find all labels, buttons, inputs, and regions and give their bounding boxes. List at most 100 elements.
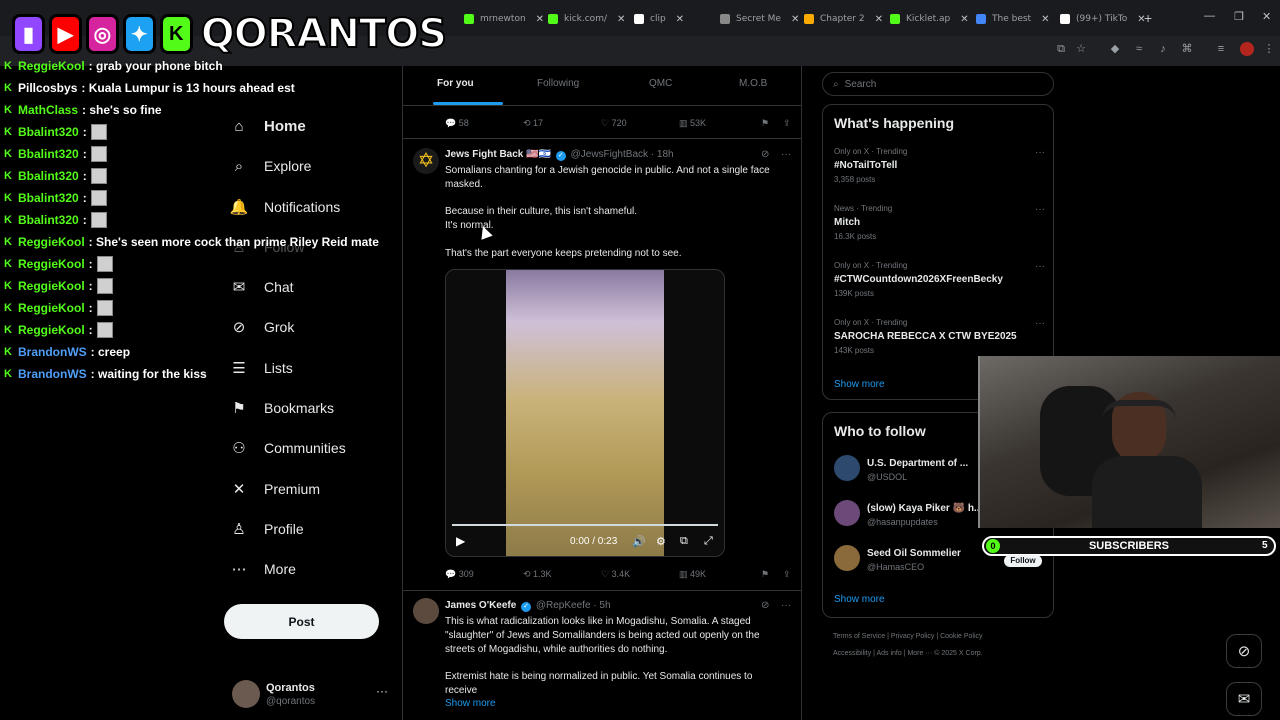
play-icon[interactable]: ▶ (456, 534, 465, 548)
suggestion-name[interactable]: Seed Oil Sommelier (867, 548, 961, 559)
video-player[interactable]: ▶ 0:00 / 0:23 🔊 ⚙ ⧉ ⤢ (445, 269, 725, 557)
nav-item-profile[interactable]: ♙ Profile (228, 514, 303, 544)
nav-item-bookmarks[interactable]: ⚑ Bookmarks (228, 393, 334, 423)
nav-item-notifications[interactable]: 🔔 Notifications (228, 192, 341, 222)
show-more-link[interactable]: Show more (834, 379, 885, 390)
close-tab-icon[interactable]: ✕ (960, 14, 968, 25)
nav-item-label: Chat (264, 279, 294, 295)
share-icon[interactable]: ⇪ (783, 118, 791, 129)
more-icon[interactable]: ··· (1035, 204, 1045, 215)
browser-tab[interactable]: The best ✕ (976, 8, 1049, 30)
suggestion-name[interactable]: U.S. Department of ... (867, 458, 968, 469)
audio-icon[interactable]: ♪ (1156, 42, 1170, 56)
browser-tab[interactable]: (99+) TikTo ✕ (1060, 8, 1146, 30)
grok-icon[interactable]: ⊘ (761, 600, 769, 611)
share-icon[interactable]: ⇪ (783, 569, 791, 580)
profile-avatar-icon[interactable] (1240, 42, 1254, 56)
grok-float-button[interactable]: ⊘ (1226, 634, 1262, 668)
star-icon[interactable]: ☆ (1074, 42, 1088, 56)
footer-links[interactable]: Terms of Service | Privacy Policy | Cook… (833, 633, 983, 640)
nav-item-lists[interactable]: ☰ Lists (228, 353, 293, 383)
nav-item-more[interactable]: ⋯ More (228, 554, 296, 584)
video-progress-bar[interactable] (452, 524, 718, 526)
tweet-author-name[interactable]: James O'Keefe (445, 600, 516, 611)
follow-button[interactable]: Follow (1004, 555, 1042, 567)
grok-icon[interactable]: ⊘ (761, 149, 769, 160)
nav-item-home[interactable]: ⌂ Home (228, 111, 305, 141)
search-input[interactable]: ⌕ Search (822, 72, 1054, 96)
avatar[interactable] (834, 455, 860, 481)
tweet-time[interactable]: · 18h (651, 149, 674, 160)
tweet-author-handle[interactable]: @JewsFightBack (571, 149, 648, 160)
more-icon[interactable]: ··· (781, 600, 791, 611)
like-button[interactable]: ♡ 720 (601, 118, 627, 129)
messages-float-button[interactable]: ✉ (1226, 682, 1262, 716)
repost-button[interactable]: ⟲ 17 (523, 118, 543, 129)
footer-links[interactable]: Accessibility | Ads info | More ··· © 20… (833, 650, 983, 657)
tweet-time[interactable]: · 5h (593, 600, 610, 611)
reply-button[interactable]: 💬 58 (445, 118, 469, 129)
translate-icon[interactable]: ≈ (1132, 42, 1146, 56)
chat-username: Bbalint320 (18, 191, 79, 205)
tweet-author-handle[interactable]: @RepKeefe (536, 600, 591, 611)
more-icon[interactable]: ··· (1035, 147, 1045, 158)
new-tab-button[interactable]: + (1144, 10, 1152, 26)
repost-button[interactable]: ⟲ 1.3K (523, 569, 552, 580)
avatar[interactable] (834, 545, 860, 571)
browser-tab[interactable]: clip ✕ (634, 8, 684, 30)
volume-icon[interactable]: 🔊 (632, 535, 646, 548)
close-tab-icon[interactable]: ✕ (536, 14, 544, 25)
settings-icon[interactable]: ⚙ (656, 535, 666, 548)
reply-button[interactable]: 💬 309 (445, 569, 474, 580)
browser-tab[interactable]: kick.com/ ✕ (548, 8, 625, 30)
nav-item-chat[interactable]: ✉ Chat (228, 272, 294, 302)
restore-icon[interactable]: ❐ (1234, 10, 1244, 23)
bookmark-icon[interactable]: ⚑ (761, 569, 769, 580)
views-button[interactable]: ▥ 53K (679, 118, 706, 129)
browser-menu-icon[interactable]: ⋮ (1262, 42, 1276, 56)
fullscreen-icon[interactable]: ⤢ (704, 535, 713, 548)
browser-tab[interactable]: Secret Me ✕ (720, 8, 799, 30)
tab-following[interactable]: Following (537, 78, 579, 89)
bookmark-icon[interactable]: ⚑ (761, 118, 769, 129)
tweet-avatar[interactable] (413, 598, 439, 624)
close-tab-icon[interactable]: ✕ (676, 14, 684, 25)
browser-tab[interactable]: Kicklet.ap ✕ (890, 8, 969, 30)
tweet-avatar[interactable]: ✡ (413, 148, 439, 174)
puzzle-icon[interactable]: ⌘ (1180, 42, 1194, 56)
more-icon[interactable]: ··· (1035, 261, 1045, 272)
close-tab-icon[interactable]: ✕ (1041, 14, 1049, 25)
tab-mob[interactable]: M.O.B (739, 78, 767, 89)
show-more-link[interactable]: Show more (834, 594, 885, 605)
close-tab-icon[interactable]: ✕ (617, 14, 625, 25)
window-close-icon[interactable]: ✕ (1262, 10, 1271, 23)
tab-for-you[interactable]: For you (437, 78, 474, 89)
install-icon[interactable]: ⧉ (1054, 42, 1068, 56)
suggestion-name[interactable]: (slow) Kaya Piker 🐻 h... (867, 503, 982, 514)
more-icon[interactable]: ··· (376, 684, 388, 698)
like-button[interactable]: ♡ 3.4K (601, 569, 630, 580)
close-tab-icon[interactable]: ✕ (875, 14, 883, 25)
sidebar-icon[interactable]: ≡ (1214, 42, 1228, 56)
nav-item-communities[interactable]: ⚇ Communities (228, 433, 345, 463)
avatar[interactable] (834, 500, 860, 526)
browser-tab[interactable]: mrnewton ✕ (464, 8, 544, 30)
subscriber-goal: 5 (1262, 540, 1268, 551)
post-button[interactable]: Post (224, 604, 379, 639)
nav-item-explore[interactable]: ⌕ Explore (228, 151, 312, 181)
nav-item-grok[interactable]: ⊘ Grok (228, 312, 295, 342)
tweet-author-name[interactable]: Jews Fight Back 🇺🇸🇮🇱 (445, 149, 551, 160)
pip-icon[interactable]: ⧉ (680, 535, 688, 548)
more-icon[interactable]: ··· (1035, 318, 1045, 329)
nav-item-premium[interactable]: ✕ Premium (228, 474, 320, 504)
extension-icon[interactable]: ◆ (1108, 42, 1122, 56)
tab-qmc[interactable]: QMC (649, 78, 672, 89)
close-tab-icon[interactable]: ✕ (791, 14, 799, 25)
more-icon[interactable]: ··· (781, 149, 791, 160)
views-button[interactable]: ▥ 49K (679, 569, 706, 580)
minimize-icon[interactable]: — (1204, 10, 1215, 22)
show-more-link[interactable]: Show more (445, 698, 496, 709)
video-frame[interactable] (506, 270, 664, 556)
browser-tab[interactable]: Chapter 2 ✕ (804, 8, 883, 30)
account-switcher[interactable]: Qorantos @qorantos ··· (230, 680, 390, 712)
